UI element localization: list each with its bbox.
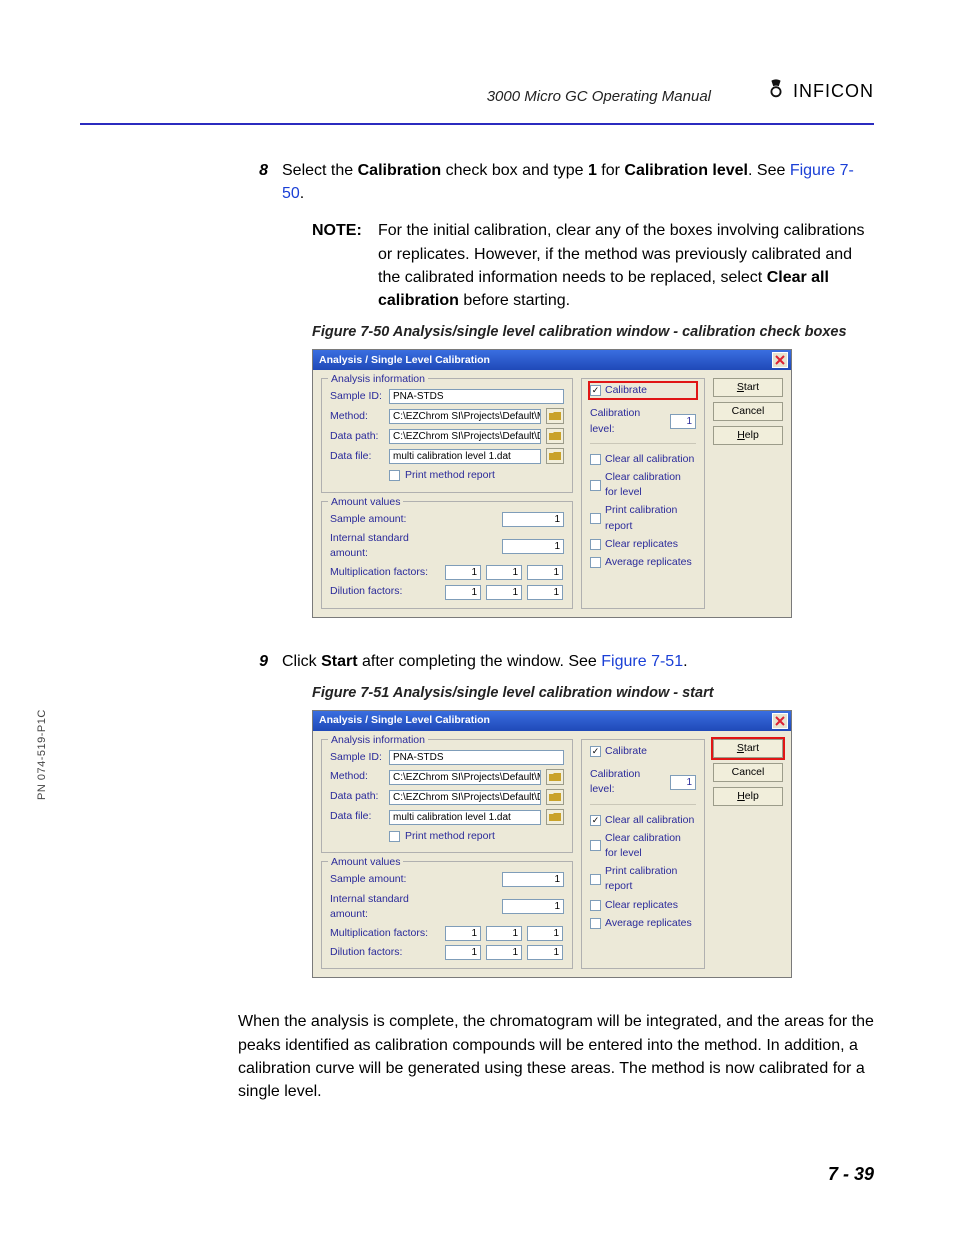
clear-all-calibration-checkbox[interactable]	[590, 815, 601, 826]
mult-1-field[interactable]: 1	[445, 926, 481, 941]
figure-7-51: Analysis / Single Level Calibration Anal…	[312, 710, 874, 979]
internal-std-amount-field[interactable]: 1	[502, 899, 564, 914]
group-calibrate: Calibrate Calibration level:1 Clear all …	[581, 378, 705, 609]
sample-amount-field[interactable]: 1	[502, 872, 564, 887]
sample-id-field[interactable]: PNA-STDS	[389, 750, 564, 765]
figure-7-51-caption: Figure 7-51 Analysis/single level calibr…	[312, 683, 874, 704]
part-number: PN 074-519-P1C	[36, 709, 48, 800]
sample-id-field[interactable]: PNA-STDS	[389, 389, 564, 404]
mult-3-field[interactable]: 1	[527, 926, 563, 941]
dialog-single-level-calibration-b: Analysis / Single Level Calibration Anal…	[312, 710, 792, 979]
folder-icon[interactable]	[546, 408, 564, 424]
calibrate-checkbox[interactable]	[590, 385, 601, 396]
step-number: 8	[250, 159, 268, 640]
help-button[interactable]: Help	[713, 787, 783, 806]
dialog-single-level-calibration-a: Analysis / Single Level Calibration Anal…	[312, 349, 792, 618]
link-figure-7-51[interactable]: Figure 7-51	[601, 653, 683, 670]
note-text: For the initial calibration, clear any o…	[378, 219, 874, 312]
group-analysis-information: Analysis information Sample ID:PNA-STDS …	[321, 739, 573, 853]
dialog-title: Analysis / Single Level Calibration	[319, 353, 490, 368]
closing-paragraph: When the analysis is complete, the chrom…	[238, 1010, 882, 1103]
brand-logo: INFICON	[765, 78, 874, 105]
clear-calibration-level-checkbox[interactable]	[590, 480, 601, 491]
clear-calibration-level-checkbox[interactable]	[590, 840, 601, 851]
page-content: 8 Select the Calibration check box and t…	[250, 159, 874, 1103]
print-method-report-checkbox[interactable]	[389, 831, 400, 842]
data-file-field[interactable]: multi calibration level 1.dat	[389, 810, 541, 825]
dialog-titlebar[interactable]: Analysis / Single Level Calibration	[313, 350, 791, 370]
brand-text: INFICON	[793, 81, 874, 102]
page-header: 3000 Micro GC Operating Manual INFICON	[80, 78, 874, 111]
cancel-button[interactable]: Cancel	[713, 402, 783, 421]
dil-2-field[interactable]: 1	[486, 945, 522, 960]
folder-icon[interactable]	[546, 809, 564, 825]
page-number: 7 - 39	[828, 1164, 874, 1185]
start-button[interactable]: Start	[713, 378, 783, 397]
start-button[interactable]: Start	[713, 739, 783, 758]
note-label: NOTE:	[312, 219, 368, 312]
page: 3000 Micro GC Operating Manual INFICON 8…	[0, 0, 954, 1235]
close-icon[interactable]	[772, 352, 788, 368]
group-amount-values: Amount values Sample amount:1 Internal s…	[321, 501, 573, 609]
dil-3-field[interactable]: 1	[527, 945, 563, 960]
clear-replicates-checkbox[interactable]	[590, 539, 601, 550]
average-replicates-checkbox[interactable]	[590, 918, 601, 929]
step-body: Click Start after completing the window.…	[282, 650, 874, 1001]
print-calibration-report-checkbox[interactable]	[590, 874, 601, 885]
sample-amount-field[interactable]: 1	[502, 512, 564, 527]
average-replicates-checkbox[interactable]	[590, 557, 601, 568]
calibration-level-field[interactable]: 1	[670, 414, 696, 429]
print-calibration-report-checkbox[interactable]	[590, 513, 601, 524]
data-path-field[interactable]: C:\EZChrom SI\Projects\Default\Data	[389, 790, 541, 805]
data-file-field[interactable]: multi calibration level 1.dat	[389, 449, 541, 464]
dil-1-field[interactable]: 1	[445, 585, 481, 600]
group-amount-values: Amount values Sample amount:1 Internal s…	[321, 861, 573, 969]
dil-2-field[interactable]: 1	[486, 585, 522, 600]
step-body: Select the Calibration check box and typ…	[282, 159, 874, 640]
figure-7-50-caption: Figure 7-50 Analysis/single level calibr…	[312, 322, 874, 343]
note: NOTE: For the initial calibration, clear…	[312, 219, 874, 312]
dialog-title: Analysis / Single Level Calibration	[319, 713, 490, 728]
group-calibrate: Calibrate Calibration level:1 Clear all …	[581, 739, 705, 970]
data-path-field[interactable]: C:\EZChrom SI\Projects\Default\Data	[389, 429, 541, 444]
mult-1-field[interactable]: 1	[445, 565, 481, 580]
print-method-report-checkbox[interactable]	[389, 470, 400, 481]
calibration-level-field[interactable]: 1	[670, 775, 696, 790]
manual-title: 3000 Micro GC Operating Manual	[487, 88, 711, 105]
mult-2-field[interactable]: 1	[486, 565, 522, 580]
close-icon[interactable]	[772, 713, 788, 729]
cancel-button[interactable]: Cancel	[713, 763, 783, 782]
figure-7-50: Analysis / Single Level Calibration Anal…	[312, 349, 874, 618]
step-9: 9 Click Start after completing the windo…	[250, 650, 874, 1001]
help-button[interactable]: Help	[713, 426, 783, 445]
calibrate-checkbox[interactable]	[590, 746, 601, 757]
folder-icon[interactable]	[546, 789, 564, 805]
clear-replicates-checkbox[interactable]	[590, 900, 601, 911]
mult-2-field[interactable]: 1	[486, 926, 522, 941]
folder-icon[interactable]	[546, 769, 564, 785]
dialog-titlebar[interactable]: Analysis / Single Level Calibration	[313, 711, 791, 731]
step-number: 9	[250, 650, 268, 1001]
folder-icon[interactable]	[546, 428, 564, 444]
method-field[interactable]: C:\EZChrom SI\Projects\Default\Method\ma…	[389, 770, 541, 785]
folder-icon[interactable]	[546, 448, 564, 464]
internal-std-amount-field[interactable]: 1	[502, 539, 564, 554]
dil-1-field[interactable]: 1	[445, 945, 481, 960]
method-field[interactable]: C:\EZChrom SI\Projects\Default\Method\ma…	[389, 409, 541, 424]
step-8: 8 Select the Calibration check box and t…	[250, 159, 874, 640]
dil-3-field[interactable]: 1	[527, 585, 563, 600]
mult-3-field[interactable]: 1	[527, 565, 563, 580]
clear-all-calibration-checkbox[interactable]	[590, 454, 601, 465]
group-analysis-information: Analysis information Sample ID:PNA-STDS …	[321, 378, 573, 492]
inficon-icon	[765, 78, 787, 105]
header-rule	[80, 123, 874, 125]
